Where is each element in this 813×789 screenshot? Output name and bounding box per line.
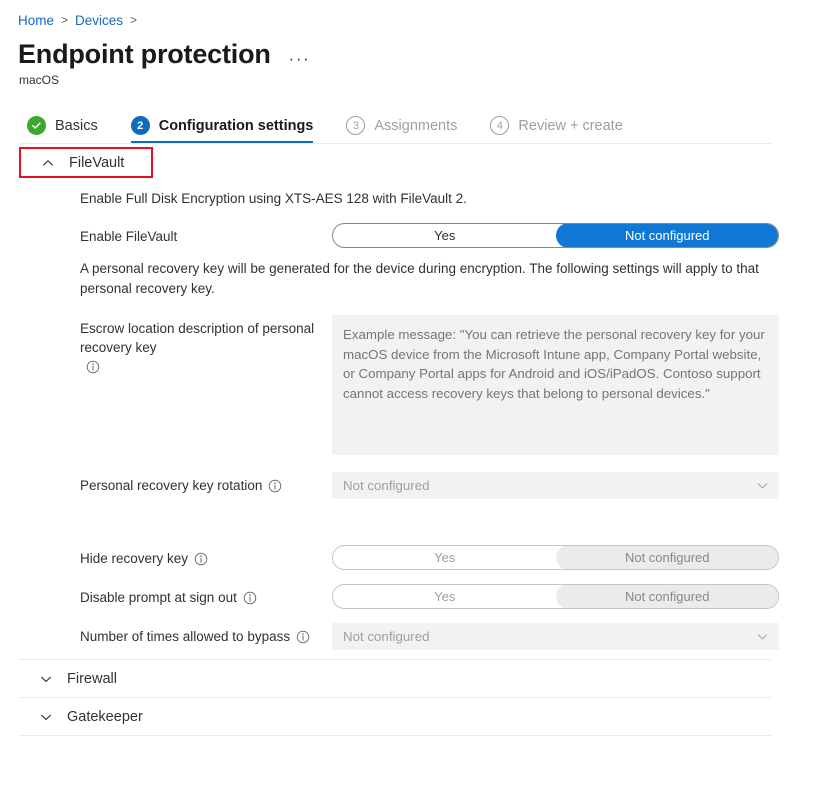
wizard-steps: Basics 2 Configuration settings 3 Assign… bbox=[0, 107, 813, 143]
escrow-location-textarea[interactable] bbox=[332, 315, 779, 455]
section-header-firewall[interactable]: Firewall bbox=[19, 660, 772, 697]
wizard-step-label: Basics bbox=[55, 117, 98, 134]
field-control: Yes Not configured bbox=[332, 545, 779, 570]
section-divider bbox=[19, 735, 772, 736]
section-header-filevault[interactable]: FileVault bbox=[19, 147, 153, 178]
dropdown-value: Not configured bbox=[343, 478, 430, 493]
toggle-option-not-configured[interactable]: Not configured bbox=[555, 546, 778, 569]
field-label: Hide recovery key bbox=[80, 545, 332, 568]
info-icon[interactable] bbox=[296, 630, 310, 644]
field-enable-filevault: Enable FileVault Yes Not configured bbox=[80, 223, 779, 248]
wizard-step-configuration-settings[interactable]: 2 Configuration settings bbox=[130, 116, 314, 143]
page-subtitle: macOS bbox=[19, 73, 60, 87]
info-icon[interactable] bbox=[194, 552, 208, 566]
step-complete-check-icon bbox=[27, 116, 46, 135]
step-number-badge: 3 bbox=[346, 116, 366, 135]
chevron-down-icon bbox=[39, 710, 53, 724]
field-label: Enable FileVault bbox=[80, 229, 178, 244]
info-icon[interactable] bbox=[268, 479, 282, 493]
wizard-step-review-create[interactable]: 4 Review + create bbox=[490, 116, 623, 143]
toggle-option-yes[interactable]: Yes bbox=[333, 585, 557, 608]
field-control: Not configured bbox=[332, 623, 779, 650]
wizard-step-label: Review + create bbox=[518, 117, 623, 134]
wizard-step-assignments[interactable]: 3 Assignments bbox=[346, 116, 457, 143]
field-escrow-location: Escrow location description of personal … bbox=[80, 315, 779, 460]
step-number-badge: 4 bbox=[490, 116, 510, 135]
field-label: Disable prompt at sign out bbox=[80, 584, 332, 607]
field-bypass-count: Number of times allowed to bypass Not co… bbox=[80, 623, 779, 650]
chevron-down-icon bbox=[756, 479, 769, 492]
page-title: Endpoint protection bbox=[18, 39, 271, 69]
field-control: Yes Not configured bbox=[332, 584, 779, 609]
field-label: Escrow location description of personal … bbox=[80, 315, 332, 374]
step-number-badge: 2 bbox=[130, 116, 150, 135]
dropdown-bypass-count[interactable]: Not configured bbox=[332, 623, 779, 650]
field-control bbox=[332, 315, 779, 460]
settings-panel: FileVault Enable Full Disk Encryption us… bbox=[19, 143, 779, 736]
wizard-step-basics[interactable]: Basics bbox=[27, 116, 98, 143]
wizard-step-label: Configuration settings bbox=[158, 117, 314, 134]
toggle-option-not-configured[interactable]: Not configured bbox=[555, 585, 778, 608]
toggle-enable-filevault[interactable]: Yes Not configured bbox=[332, 223, 779, 248]
wizard-step-label: Assignments bbox=[374, 117, 458, 134]
section-title: FileVault bbox=[69, 154, 125, 171]
section-header-gatekeeper[interactable]: Gatekeeper bbox=[19, 698, 772, 735]
recovery-key-note: A personal recovery key will be generate… bbox=[80, 261, 759, 296]
dropdown-recovery-key-rotation[interactable]: Not configured bbox=[332, 472, 779, 499]
breadcrumb-item-devices[interactable]: Devices bbox=[75, 13, 123, 28]
field-control: Yes Not configured bbox=[332, 223, 779, 248]
field-label: Number of times allowed to bypass bbox=[80, 623, 332, 646]
toggle-disable-prompt-sign-out[interactable]: Yes Not configured bbox=[332, 584, 779, 609]
breadcrumb-item-home[interactable]: Home bbox=[18, 13, 54, 28]
field-disable-prompt-sign-out: Disable prompt at sign out Yes Not confi… bbox=[80, 584, 779, 609]
chevron-down-icon bbox=[756, 630, 769, 643]
page-header: Endpoint protection ··· bbox=[0, 29, 813, 71]
section-title: Gatekeeper bbox=[67, 708, 143, 725]
info-icon[interactable] bbox=[86, 360, 100, 374]
breadcrumb-separator-icon: > bbox=[130, 13, 138, 27]
info-icon[interactable] bbox=[243, 591, 257, 605]
breadcrumb: Home > Devices > bbox=[0, 0, 813, 29]
field-label: Personal recovery key rotation bbox=[80, 472, 332, 495]
dropdown-value: Not configured bbox=[343, 629, 430, 644]
field-hide-recovery-key: Hide recovery key Yes Not configured bbox=[80, 545, 779, 570]
breadcrumb-separator-icon: > bbox=[61, 13, 69, 27]
more-actions-icon[interactable]: ··· bbox=[289, 49, 310, 69]
toggle-option-yes[interactable]: Yes bbox=[333, 224, 557, 247]
chevron-up-icon bbox=[41, 156, 55, 170]
toggle-hide-recovery-key[interactable]: Yes Not configured bbox=[332, 545, 779, 570]
filevault-intro-text: Enable Full Disk Encryption using XTS-AE… bbox=[80, 191, 467, 206]
section-body-filevault: Enable Full Disk Encryption using XTS-AE… bbox=[19, 189, 779, 659]
toggle-option-not-configured[interactable]: Not configured bbox=[555, 224, 778, 247]
field-control: Not configured bbox=[332, 472, 779, 499]
chevron-down-icon bbox=[39, 672, 53, 686]
toggle-option-yes[interactable]: Yes bbox=[333, 546, 557, 569]
section-title: Firewall bbox=[67, 670, 117, 687]
field-recovery-key-rotation: Personal recovery key rotation Not confi… bbox=[80, 472, 779, 499]
